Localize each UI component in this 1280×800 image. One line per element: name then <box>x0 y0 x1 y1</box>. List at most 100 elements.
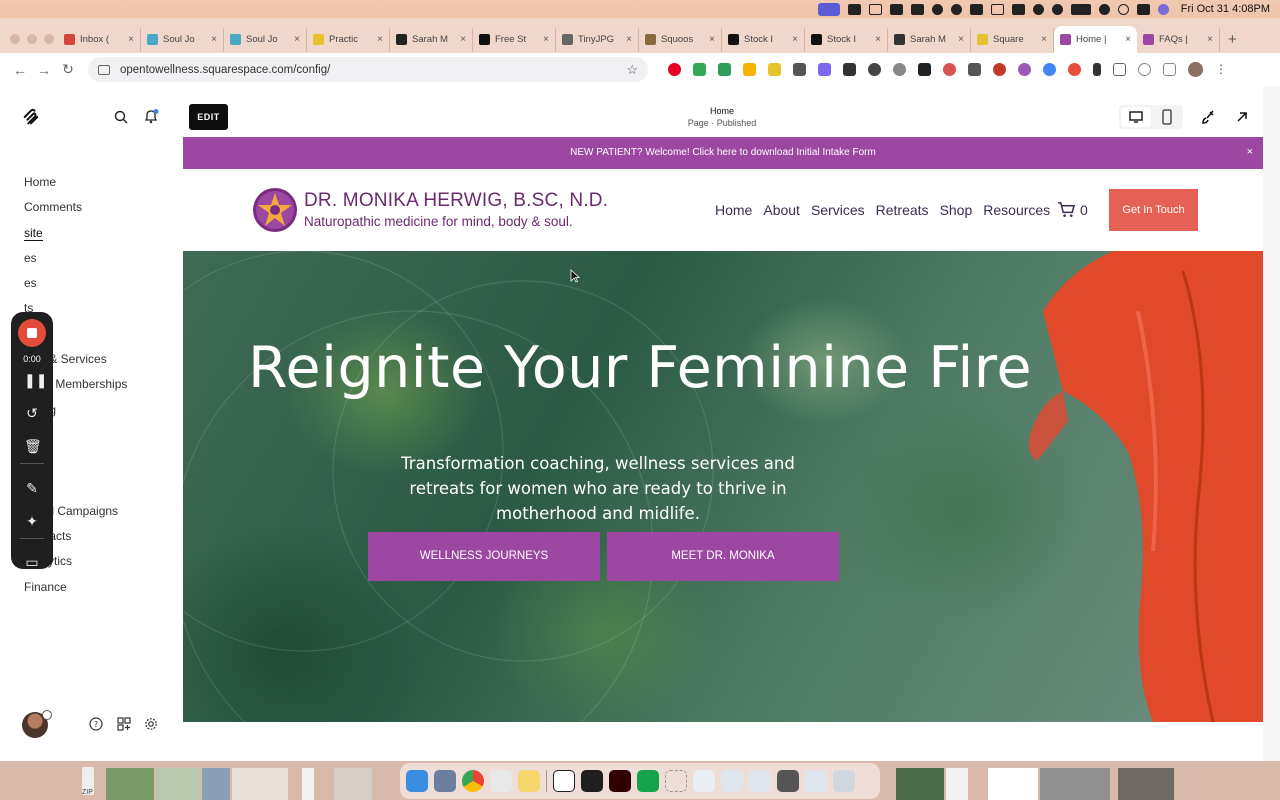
sidebar-item-website[interactable]: site <box>24 223 127 248</box>
mobile-view-icon[interactable] <box>1153 107 1181 127</box>
user-avatar[interactable] <box>22 710 52 738</box>
desktop-file-thumbnail[interactable] <box>988 768 1038 800</box>
extension-icon[interactable] <box>718 63 731 76</box>
extensions-puzzle-icon[interactable] <box>1113 63 1126 76</box>
desktop-file-thumbnail[interactable] <box>232 768 288 800</box>
site-styles-brush-icon[interactable] <box>1200 109 1216 125</box>
screen-recording-icon[interactable] <box>817 2 840 16</box>
sidebar-item-styles[interactable]: es <box>24 273 127 298</box>
tab-close-icon[interactable]: × <box>626 34 632 45</box>
site-nav-retreats[interactable]: Retreats <box>876 202 929 218</box>
desktop-file-thumbnail[interactable] <box>156 768 200 800</box>
notes-icon[interactable] <box>518 770 540 792</box>
desktop-file-thumbnail[interactable] <box>1118 768 1174 800</box>
desktop-file-thumbnail[interactable] <box>334 768 372 800</box>
dock-app-icon[interactable] <box>665 770 687 792</box>
tab-close-icon[interactable]: × <box>792 34 798 45</box>
extension-icon[interactable] <box>1068 63 1081 76</box>
restart-icon[interactable]: ↺ <box>24 405 40 421</box>
tab-close-icon[interactable]: × <box>1207 34 1213 45</box>
browser-tab[interactable]: FAQs | × <box>1137 27 1220 52</box>
extension-icon[interactable] <box>943 63 956 76</box>
settings-gear-icon[interactable] <box>144 717 158 731</box>
desktop-view-button[interactable] <box>1121 107 1151 127</box>
menubar-app-icon[interactable] <box>990 3 1004 15</box>
browser-tab[interactable]: Practic × <box>307 27 390 52</box>
desktop-file-thumbnail[interactable] <box>106 768 154 800</box>
reload-icon[interactable]: ↻ <box>56 61 80 78</box>
tab-close-icon[interactable]: × <box>128 34 134 45</box>
site-nav-home[interactable]: Home <box>715 202 752 218</box>
extension-icon[interactable] <box>993 63 1006 76</box>
control-center-icon[interactable] <box>1136 3 1150 15</box>
menubar-app-icon[interactable] <box>931 3 943 15</box>
browser-tab[interactable]: Stock I × <box>805 27 888 52</box>
address-bar[interactable]: opentowellness.squarespace.com/config/ ☆ <box>88 57 648 82</box>
cart-button[interactable]: 0 <box>1057 201 1088 218</box>
browser-tab[interactable]: Free St × <box>473 27 556 52</box>
bookmarks-star-icon[interactable] <box>1138 63 1151 76</box>
announcement-text[interactable]: NEW PATIENT? Welcome! Click here to down… <box>570 147 876 158</box>
chrome-icon[interactable] <box>462 770 484 792</box>
desktop-file-thumbnail[interactable] <box>302 768 314 800</box>
sidebar-item-pages[interactable]: es <box>24 248 127 273</box>
extension-icon[interactable] <box>1043 63 1056 76</box>
tab-close-icon[interactable]: × <box>1041 34 1047 45</box>
bluetooth-icon[interactable] <box>1051 3 1063 15</box>
tab-close-icon[interactable]: × <box>543 34 549 45</box>
extension-icon[interactable] <box>843 63 856 76</box>
site-nav-services[interactable]: Services <box>811 202 865 218</box>
extension-icon[interactable] <box>1093 63 1101 76</box>
menubar-app-icon[interactable] <box>889 3 903 15</box>
notifications-bell-icon[interactable] <box>143 108 159 124</box>
trash-icon[interactable]: 🗑 <box>24 438 42 454</box>
grammarly-icon[interactable] <box>637 770 659 792</box>
notion-icon[interactable] <box>553 770 575 792</box>
browser-tab[interactable]: Sarah M × <box>888 27 971 52</box>
browser-tab[interactable]: TinyJPG × <box>556 27 639 52</box>
extension-icon[interactable] <box>968 63 981 76</box>
browser-tab[interactable]: Sarah M × <box>390 27 473 52</box>
finder-icon[interactable] <box>406 770 428 792</box>
profile-avatar-icon[interactable] <box>1188 62 1203 77</box>
apps-grid-icon[interactable] <box>793 63 806 76</box>
dock-document-icon[interactable] <box>721 770 743 792</box>
get-in-touch-button[interactable]: Get In Touch <box>1109 189 1198 231</box>
illustrator-icon[interactable] <box>609 770 631 792</box>
extension-icon[interactable] <box>918 63 931 76</box>
browser-tab[interactable]: Home | × <box>1054 26 1137 53</box>
url-text[interactable]: opentowellness.squarespace.com/config/ <box>120 64 330 76</box>
dock-app-icon[interactable] <box>490 770 512 792</box>
wifi-icon[interactable] <box>1098 3 1110 15</box>
brand-logo-icon[interactable] <box>252 187 298 233</box>
tab-close-icon[interactable]: × <box>1125 34 1131 45</box>
drive-icon[interactable] <box>693 63 706 76</box>
sidebar-item-comments[interactable]: Comments <box>24 197 127 222</box>
camera-icon[interactable]: ▭ <box>24 554 40 570</box>
pause-icon[interactable]: ❚❚ <box>24 372 47 388</box>
sidebar-item-home[interactable]: Home <box>24 172 127 197</box>
desktop-file-thumbnail[interactable] <box>202 768 230 800</box>
tab-close-icon[interactable]: × <box>460 34 466 45</box>
tab-close-icon[interactable]: × <box>958 34 964 45</box>
browser-tab[interactable]: Soul Jo × <box>224 27 307 52</box>
dock-document-icon[interactable] <box>777 770 799 792</box>
browser-tab[interactable]: Square × <box>971 27 1054 52</box>
sidebar-item-finance[interactable]: Finance <box>24 577 127 602</box>
spotlight-icon[interactable] <box>1117 3 1129 15</box>
notion-icon[interactable] <box>969 3 983 15</box>
browser-tab[interactable]: Stock I × <box>722 27 805 52</box>
dock-document-icon[interactable] <box>693 770 715 792</box>
site-info-icon[interactable] <box>98 64 110 75</box>
siri-icon[interactable] <box>1157 3 1169 15</box>
pencil-icon[interactable]: ✎ <box>24 480 40 496</box>
tab-close-icon[interactable]: × <box>294 34 300 45</box>
new-tab-plus-icon[interactable]: + <box>1228 31 1237 48</box>
pinterest-icon[interactable] <box>668 63 681 76</box>
bookmark-star-icon[interactable]: ☆ <box>626 62 638 78</box>
extension-icon[interactable] <box>868 63 881 76</box>
open-external-arrow-icon[interactable] <box>1234 109 1250 125</box>
stop-recording-button[interactable] <box>18 319 46 347</box>
back-arrow-icon[interactable]: ← <box>8 62 32 78</box>
dock-document-icon[interactable] <box>749 770 771 792</box>
